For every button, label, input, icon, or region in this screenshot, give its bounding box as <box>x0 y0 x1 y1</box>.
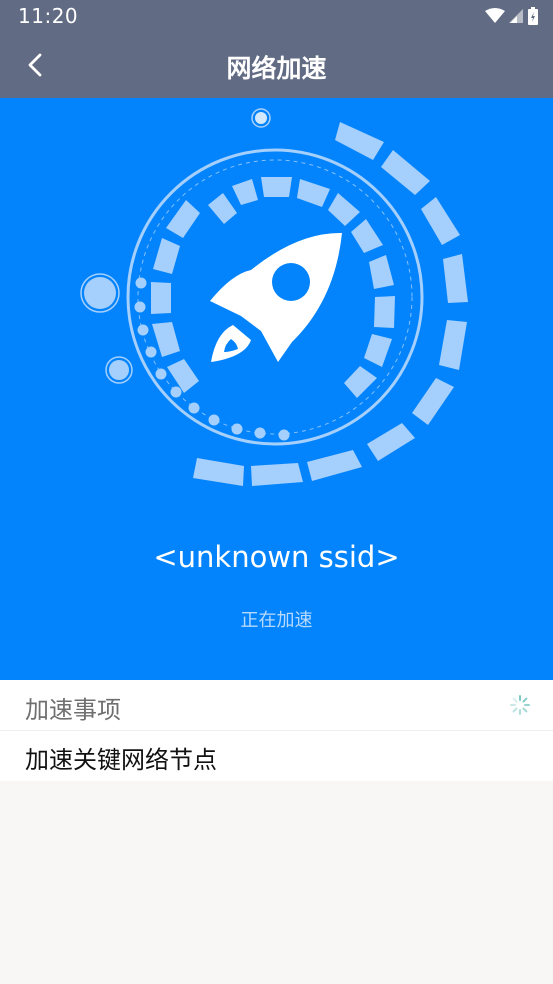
page-title: 网络加速 <box>226 54 327 83</box>
rocket-icon <box>210 232 342 362</box>
tasks-title: 加速事项 <box>25 696 121 724</box>
wifi-icon <box>485 8 505 23</box>
app-bar: 网络加速 <box>0 33 553 98</box>
network-ssid: <unknown ssid> <box>153 540 400 574</box>
battery-icon <box>528 7 538 25</box>
status-time: 11:20 <box>18 4 79 28</box>
status-icons <box>485 6 539 26</box>
acceleration-animation <box>80 108 468 486</box>
acceleration-hero: <unknown ssid> 正在加速 <box>0 98 553 680</box>
status-bar: 11:20 <box>0 0 553 33</box>
task-label: 加速关键网络节点 <box>25 746 217 774</box>
signal-icon <box>509 9 523 23</box>
acceleration-status: 正在加速 <box>240 610 313 631</box>
list-item: 加速关键网络节点 <box>0 731 553 781</box>
tasks-header: 加速事项 <box>0 680 553 731</box>
loading-spinner-icon <box>510 695 530 715</box>
